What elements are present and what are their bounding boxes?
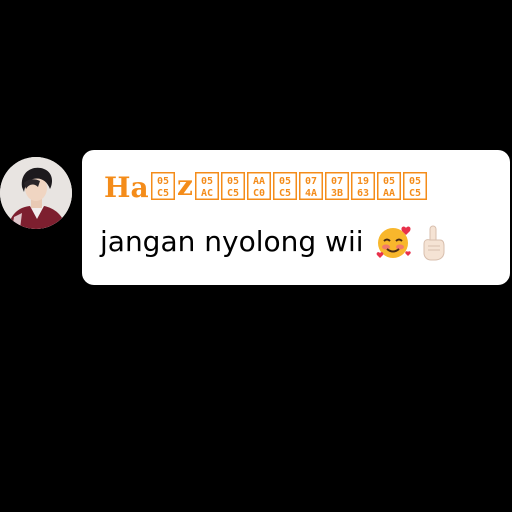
avatar-photo bbox=[0, 157, 72, 229]
sender-name-prefix: Ha bbox=[104, 171, 149, 204]
svg-text:63: 63 bbox=[357, 188, 369, 199]
svg-text:05: 05 bbox=[279, 176, 291, 187]
svg-text:C5: C5 bbox=[279, 188, 291, 199]
message-content: jangan nyolong wii bbox=[100, 222, 448, 262]
unknown-glyph-box: 05C5 bbox=[272, 172, 297, 200]
sender-name[interactable]: Ha 05 C5 z 05 AC 05 C5 AA C0 05 C5 07 4A 07 3B 19 63 05 AA 0… bbox=[104, 169, 435, 206]
sender-name-letter: z bbox=[177, 171, 193, 201]
svg-text:05: 05 bbox=[157, 176, 169, 187]
svg-text:07: 07 bbox=[305, 176, 317, 187]
svg-text:C5: C5 bbox=[157, 188, 169, 199]
svg-text:C0: C0 bbox=[253, 188, 265, 199]
unknown-glyph-box: 1963 bbox=[350, 172, 375, 200]
chat-screen: Ha 05 C5 z 05 AC 05 C5 AA C0 05 C5 07 4A 07 3B 19 63 05 AA 0… bbox=[0, 0, 512, 512]
svg-text:05: 05 bbox=[201, 176, 213, 187]
svg-text:05: 05 bbox=[409, 176, 421, 187]
sender-name-unknown-glyphs: 05C5 z 05AC05C5AAC005C5074A073B196305AA05C… bbox=[150, 169, 427, 202]
svg-text:AA: AA bbox=[383, 188, 395, 199]
unknown-glyph-box: 073B bbox=[324, 172, 349, 200]
unknown-glyph-box: 05C5 bbox=[220, 172, 245, 200]
smiling-face-with-hearts-icon bbox=[374, 222, 414, 262]
svg-text:AC: AC bbox=[201, 188, 213, 199]
unknown-glyph-box: 05AC bbox=[194, 172, 219, 200]
message-bubble[interactable]: Ha 05 C5 z 05 AC 05 C5 AA C0 05 C5 07 4A 07 3B 19 63 05 AA 0… bbox=[82, 150, 510, 285]
unknown-glyph-box: 05AA bbox=[376, 172, 401, 200]
svg-text:C5: C5 bbox=[227, 188, 239, 199]
message-text: jangan nyolong wii bbox=[100, 225, 364, 258]
svg-text:4A: 4A bbox=[305, 188, 317, 199]
svg-text:07: 07 bbox=[331, 176, 343, 187]
svg-text:19: 19 bbox=[357, 176, 369, 187]
svg-text:05: 05 bbox=[227, 176, 239, 187]
index-pointing-up-icon bbox=[418, 222, 448, 262]
svg-text:3B: 3B bbox=[331, 188, 343, 199]
unknown-glyph-box: 05C5 bbox=[150, 172, 175, 200]
avatar[interactable] bbox=[0, 157, 72, 229]
svg-text:AA: AA bbox=[253, 176, 265, 187]
unknown-glyph-box: 05C5 bbox=[402, 172, 427, 200]
svg-text:05: 05 bbox=[383, 176, 395, 187]
unknown-glyph-box: 074A bbox=[298, 172, 323, 200]
svg-text:C5: C5 bbox=[409, 188, 421, 199]
unknown-glyph-box: AAC0 bbox=[246, 172, 271, 200]
